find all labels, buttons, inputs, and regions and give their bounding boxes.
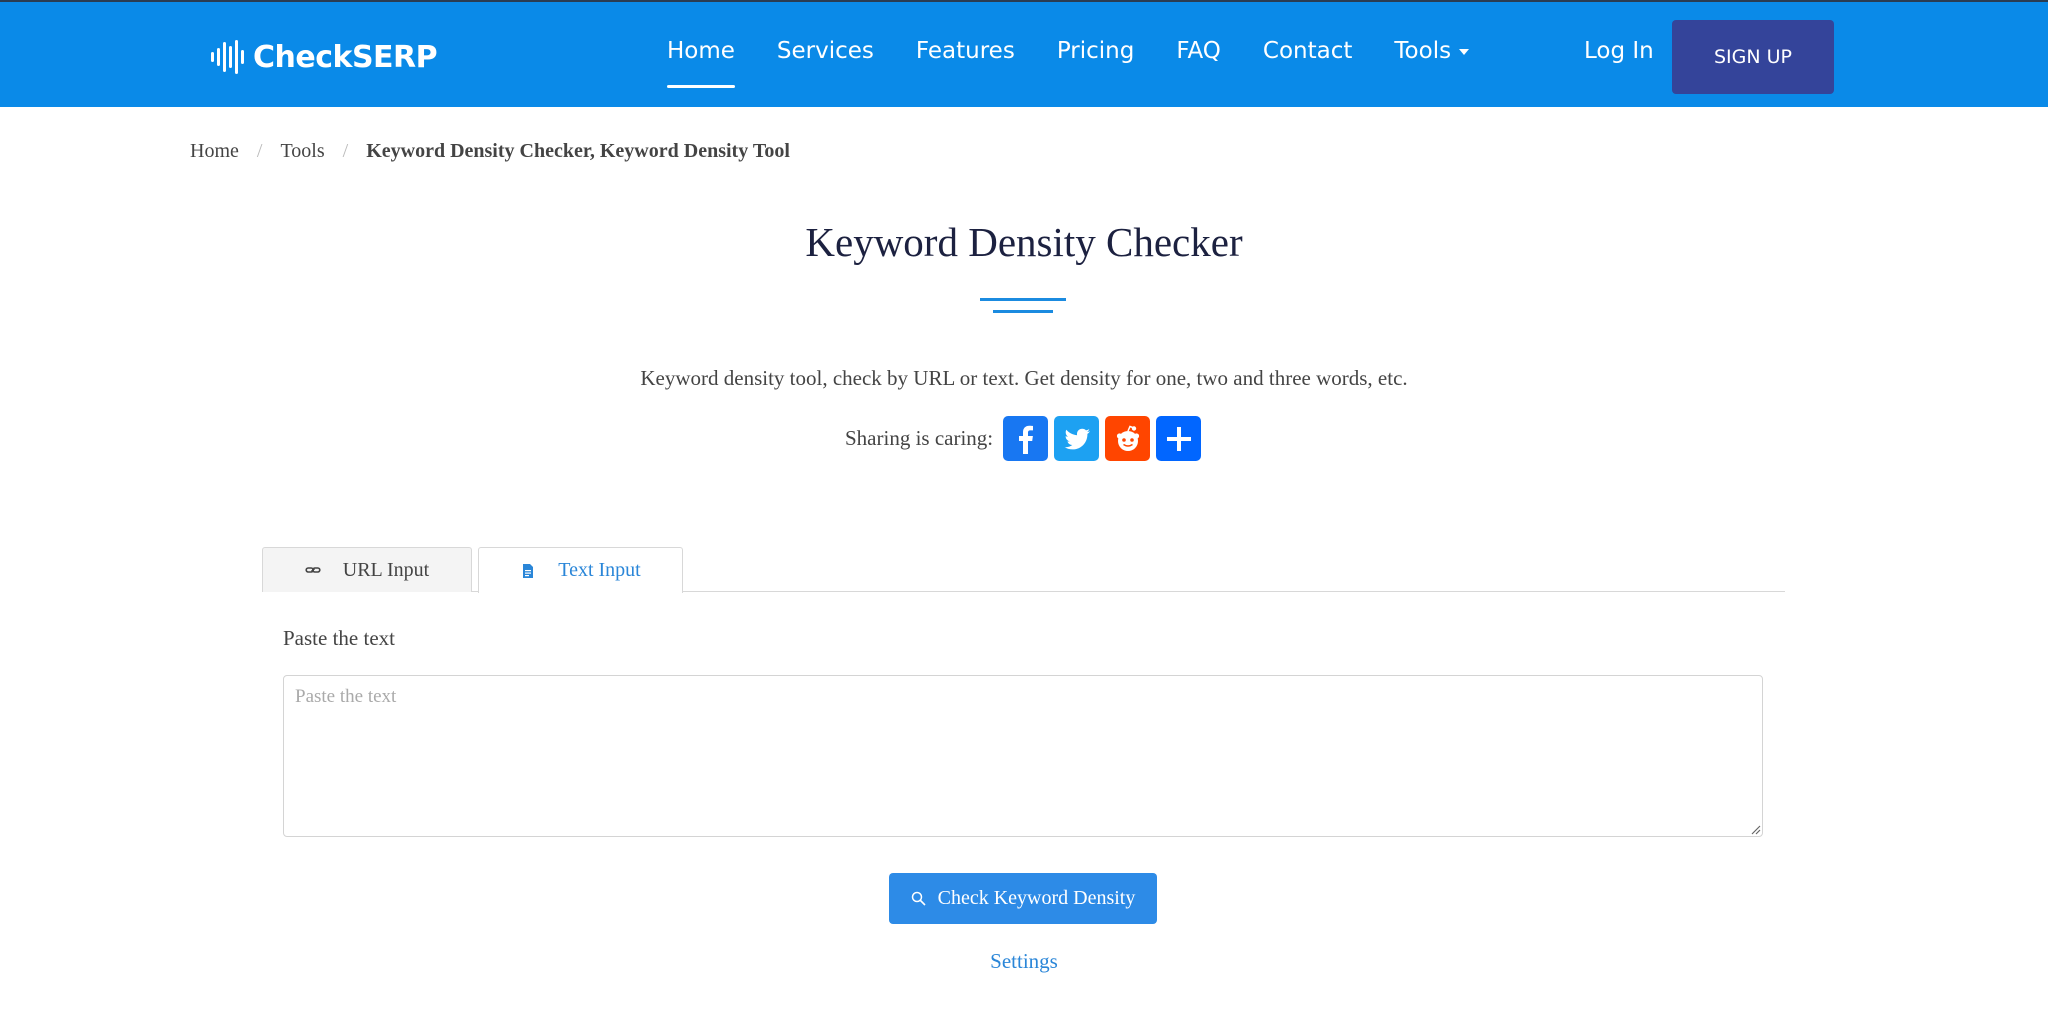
tab-url-input[interactable]: URL Input — [262, 547, 472, 592]
nav-pricing[interactable]: Pricing — [1057, 38, 1135, 90]
signup-button[interactable]: SIGN UP — [1672, 20, 1834, 94]
breadcrumb-current: Keyword Density Checker, Keyword Density… — [366, 140, 790, 162]
page-description: Keyword density tool, check by URL or te… — [640, 366, 1408, 390]
logo[interactable]: CheckSERP — [210, 38, 438, 76]
twitter-icon — [1064, 428, 1090, 449]
main-nav: Home Services Features Pricing FAQ Conta… — [667, 38, 1511, 90]
nav-contact-label: Contact — [1262, 38, 1353, 64]
nav-services[interactable]: Services — [777, 38, 874, 90]
nav-tools-label: Tools — [1394, 38, 1452, 64]
breadcrumb-separator: / — [256, 140, 263, 162]
logo-text: CheckSERP — [253, 39, 438, 75]
nav-faq-label: FAQ — [1176, 38, 1221, 64]
nav-features-label: Features — [915, 38, 1015, 64]
breadcrumb: Home / Tools / Keyword Density Checker, … — [190, 140, 790, 163]
resize-handle-icon[interactable] — [1750, 824, 1761, 835]
breadcrumb-tools[interactable]: Tools — [280, 140, 324, 163]
nav-contact[interactable]: Contact — [1263, 38, 1352, 90]
top-navbar: CheckSERP Home Services Features Pricing… — [0, 0, 2048, 107]
caret-down-icon — [1459, 48, 1470, 55]
settings-link[interactable]: Settings — [990, 949, 1058, 973]
nav-faq[interactable]: FAQ — [1176, 38, 1221, 90]
reddit-share-button[interactable] — [1105, 416, 1151, 461]
share-bar: Sharing is caring: — [845, 416, 1207, 461]
check-keyword-density-button[interactable]: Check Keyword Density — [889, 873, 1157, 924]
facebook-share-button[interactable] — [1003, 416, 1049, 461]
link-icon — [305, 567, 321, 573]
nav-pricing-label: Pricing — [1056, 38, 1135, 64]
nav-home[interactable]: Home — [667, 38, 735, 90]
settings-container: Settings — [0, 949, 2048, 974]
tab-text-input-label: Text Input — [558, 559, 641, 581]
soundwave-logo-icon — [211, 40, 244, 74]
facebook-icon — [1018, 425, 1033, 454]
share-label: Sharing is caring: — [845, 426, 994, 450]
breadcrumb-separator: / — [342, 140, 349, 162]
nav-services-label: Services — [776, 38, 874, 64]
twitter-share-button[interactable] — [1054, 416, 1100, 461]
search-icon — [911, 891, 926, 906]
breadcrumb-home[interactable]: Home — [190, 140, 239, 163]
title-underline-short — [993, 310, 1053, 313]
nav-features[interactable]: Features — [916, 38, 1015, 90]
check-button-label: Check Keyword Density — [937, 887, 1136, 909]
text-field-label: Paste the text — [283, 626, 395, 650]
title-underline — [980, 298, 1066, 301]
tab-text-input[interactable]: Text Input — [478, 547, 683, 593]
nav-tools-dropdown[interactable]: Tools — [1394, 38, 1470, 90]
nav-home-label: Home — [667, 38, 735, 64]
login-link[interactable]: Log In — [1584, 38, 1654, 64]
plus-icon — [1166, 426, 1191, 451]
tab-url-input-label: URL Input — [342, 558, 430, 581]
document-icon — [523, 563, 534, 578]
text-input-area[interactable] — [283, 675, 1763, 837]
page-title: Keyword Density Checker — [805, 219, 1243, 265]
reddit-icon — [1116, 425, 1139, 451]
share-more-button[interactable] — [1156, 416, 1202, 461]
